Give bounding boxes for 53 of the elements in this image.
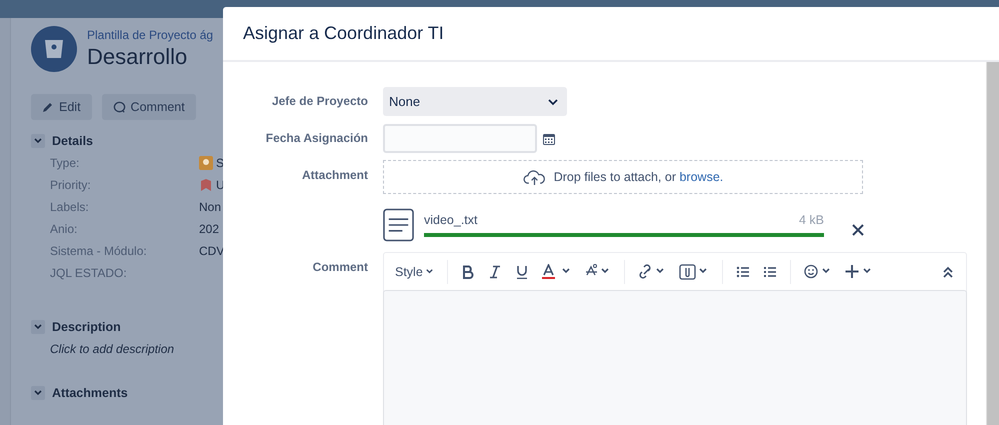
field-label: Labels: — [50, 200, 90, 214]
field-label: Sistema - Módulo: — [50, 244, 148, 258]
link-icon[interactable] — [638, 264, 666, 279]
close-icon[interactable] — [852, 224, 864, 236]
select-field[interactable]: None — [383, 87, 567, 116]
comment-button[interactable]: Comment — [102, 94, 196, 120]
attachment-icon[interactable] — [678, 264, 709, 280]
emoji-icon[interactable] — [804, 264, 832, 279]
file-size: 4 kB — [798, 213, 824, 227]
project-avatar-icon — [31, 26, 77, 72]
issue-title: Desarrollo — [87, 44, 188, 70]
scroll-bar[interactable] — [986, 62, 999, 425]
text-color-icon[interactable] — [542, 264, 572, 279]
section-title: Description — [52, 320, 121, 334]
field-label: Type: — [50, 156, 80, 170]
drop-text: Drop files to attach, or browse. — [554, 170, 724, 184]
text-file-icon — [383, 208, 414, 242]
edit-button[interactable]: Edit — [31, 94, 92, 120]
calendar-icon[interactable] — [543, 132, 555, 144]
style-dropdown[interactable]: Style — [395, 264, 434, 278]
breadcrumb-link[interactable]: Plantilla de Proyecto ág — [87, 28, 214, 42]
numbered-list-icon[interactable] — [762, 264, 777, 278]
collapse-toggle-icon[interactable] — [31, 134, 45, 148]
field-label: Attachment — [300, 167, 368, 184]
pencil-icon — [42, 101, 54, 113]
bullet-list-icon[interactable] — [736, 264, 750, 278]
collapse-toggle-icon[interactable] — [31, 320, 45, 334]
chevron-down-icon — [424, 267, 434, 276]
speech-bubble-icon — [112, 100, 126, 114]
collapse-toggle-icon[interactable] — [31, 386, 45, 400]
field-label: JQL ESTADO: — [50, 266, 128, 280]
cloud-upload-icon — [522, 168, 546, 186]
date-field[interactable] — [383, 124, 537, 153]
collapse-toolbar-icon[interactable] — [942, 266, 954, 278]
file-name: video_.txt — [424, 213, 478, 227]
file-drop-zone[interactable]: Drop files to attach, or browse. — [383, 160, 863, 194]
bold-icon[interactable] — [460, 264, 475, 278]
field-value: 202 — [199, 222, 220, 236]
underline-icon[interactable] — [514, 264, 529, 278]
field-label: Jefe de Proyecto — [270, 93, 368, 110]
field-value: Non — [199, 200, 222, 214]
italic-icon[interactable] — [488, 264, 502, 278]
browse-link[interactable]: browse. — [679, 170, 724, 184]
field-label: Fecha Asignación — [264, 130, 368, 147]
field-value: CDV — [199, 244, 224, 258]
field-label: Comment — [312, 259, 368, 276]
field-label: Anio: — [50, 222, 78, 236]
section-title: Details — [52, 134, 93, 148]
dialog-title: Asignar a Coordinador TI — [243, 23, 444, 44]
section-title: Attachments — [52, 386, 128, 400]
plus-icon[interactable] — [844, 264, 873, 279]
field-value: S — [216, 156, 224, 170]
field-label: Priority: — [50, 178, 92, 192]
